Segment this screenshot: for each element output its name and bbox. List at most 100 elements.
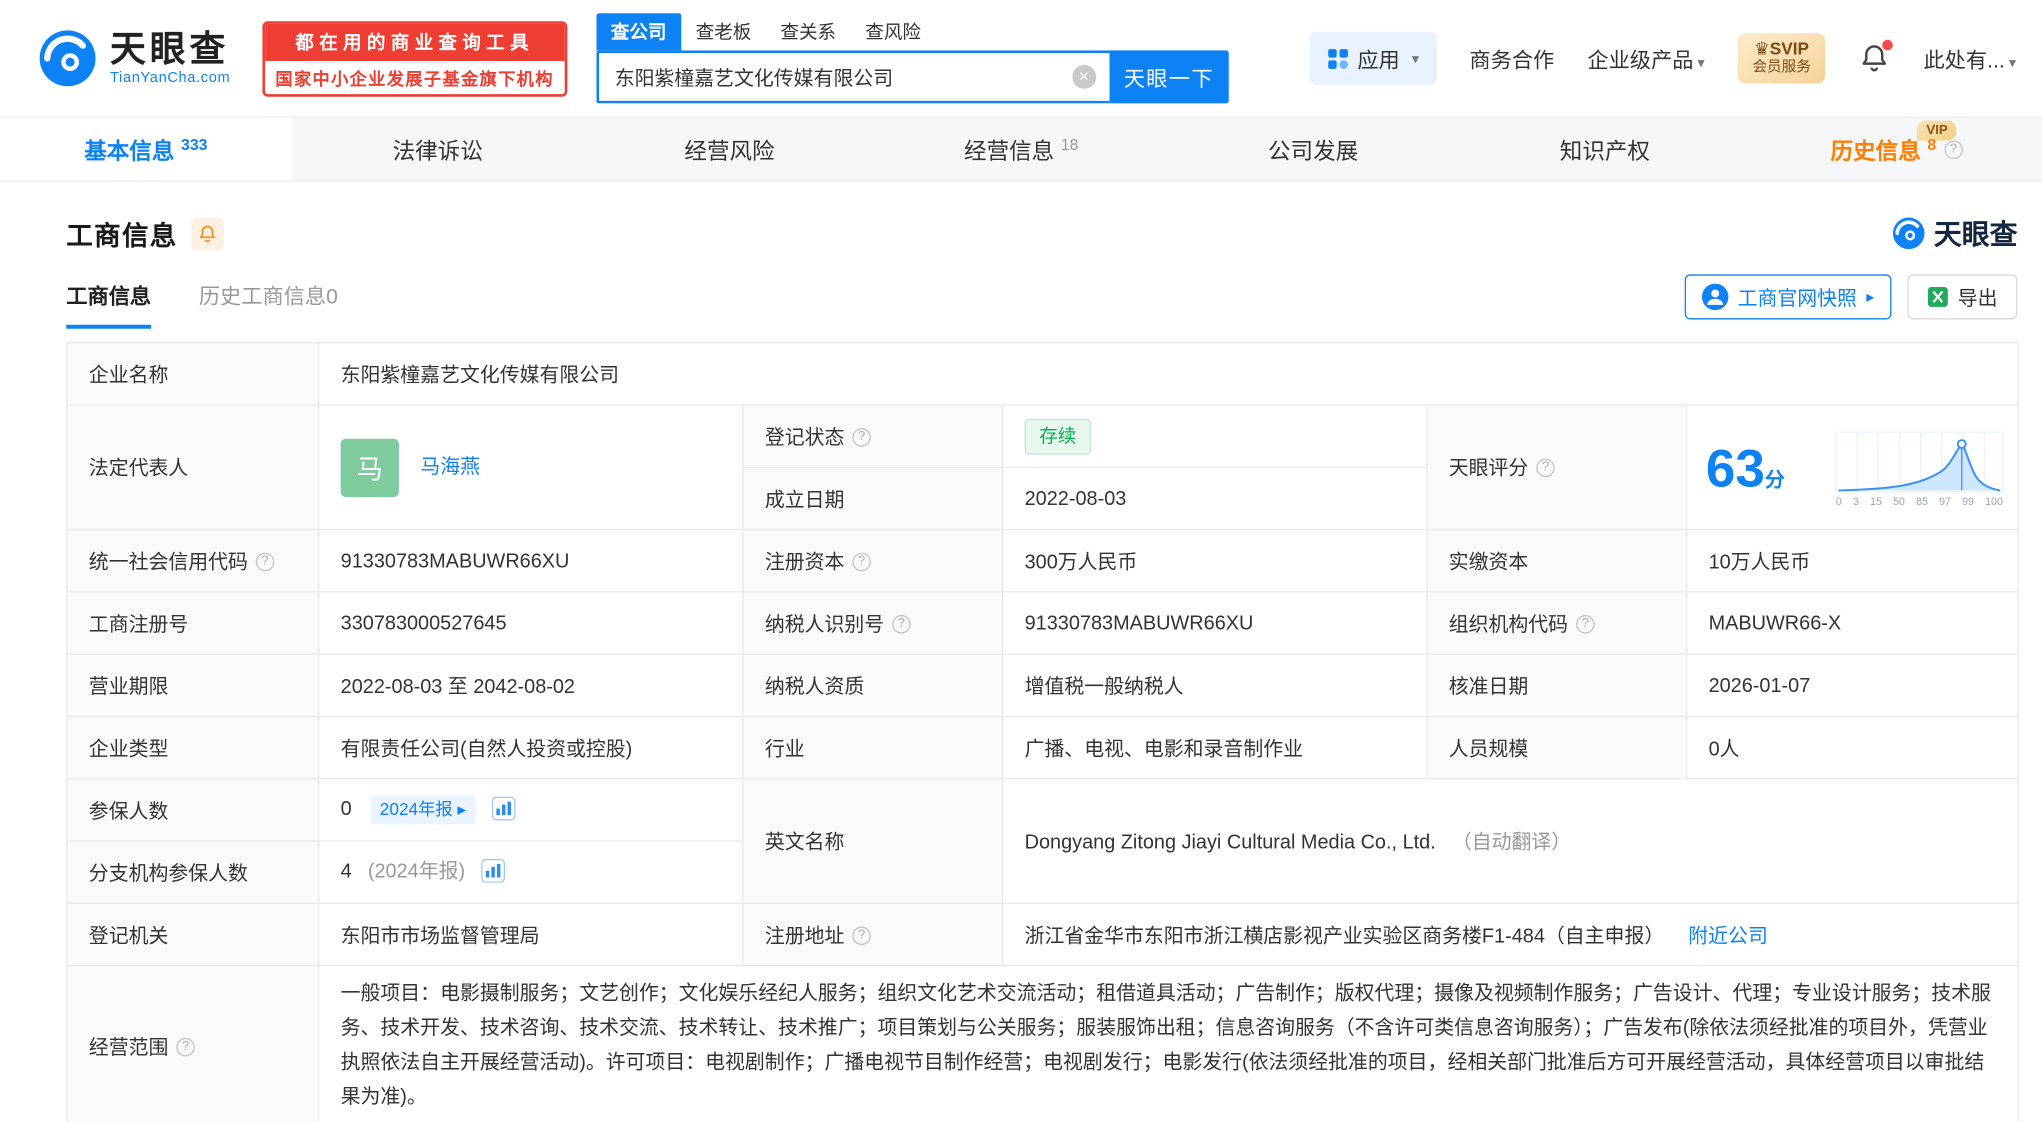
tab-operation-info[interactable]: 经营信息 18 [875, 118, 1167, 180]
help-icon[interactable]: ? [852, 428, 871, 447]
company-tabs: 基本信息 333 法律诉讼 经营风险 经营信息 18 公司发展 知识产权 VIP… [0, 116, 2042, 182]
info-icon[interactable]: ? [1944, 139, 1963, 159]
nav-business-cooperation[interactable]: 商务合作 [1469, 42, 1554, 74]
tianyancha-logo-icon [1892, 217, 1925, 250]
tab-intellectual-property[interactable]: 知识产权 [1459, 118, 1751, 180]
taxpayer-quality-label: 纳税人资质 [742, 653, 1004, 718]
apps-label: 应用 [1357, 50, 1400, 73]
tab-operation-risk[interactable]: 经营风险 [584, 118, 876, 180]
reg-capital-label: 注册资本 [764, 550, 845, 574]
person-icon [1701, 283, 1729, 311]
tianyancha-logo-icon [39, 30, 96, 87]
score-distribution-chart: 0 3 15 50 85 97 99 100 [1835, 430, 2005, 507]
search-tab-risk[interactable]: 查风险 [851, 13, 936, 50]
legal-rep-cell: 马 马海燕 [318, 404, 744, 531]
branch-insured-trend-icon[interactable] [481, 858, 506, 888]
annual-report-tag[interactable]: 2024年报 ▸ [370, 794, 476, 825]
tab-count: 8 [1927, 134, 1937, 154]
search-area: 查公司 查老板 查关系 查风险 × 天眼一下 [596, 13, 1229, 104]
subscribe-bell-button[interactable] [190, 216, 225, 250]
clear-icon[interactable]: × [1072, 64, 1096, 89]
help-icon[interactable]: ? [1576, 614, 1595, 634]
excel-icon [1927, 286, 1948, 307]
score-value: 63分 [1706, 442, 1785, 495]
row-credit-code: 统一社会信用代码? 91330783MABUWR66XU 注册资本? 300万人… [66, 528, 2019, 593]
search-tabs: 查公司 查老板 查关系 查风险 [596, 13, 1228, 51]
establish-date-value: 2022-08-03 [1002, 466, 1428, 531]
svip-label: SVIP [1769, 38, 1809, 59]
search-tab-relation[interactable]: 查关系 [766, 13, 851, 50]
search-button[interactable]: 天眼一下 [1109, 50, 1229, 104]
english-name-value: Dongyang Zitong Jiayi Cultural Media Co.… [1024, 831, 1436, 854]
score-label: 天眼评分 [1448, 457, 1529, 480]
user-menu[interactable]: 此处有... ▾ [1923, 42, 2016, 74]
paid-capital-label: 实缴资本 [1426, 528, 1688, 593]
official-snapshot-button[interactable]: 工商官网快照 ▸ [1684, 274, 1892, 320]
taxpayer-quality-value: 增值税一般纳税人 [1002, 653, 1428, 718]
search-tab-boss[interactable]: 查老板 [681, 13, 766, 50]
subtab-history-business-info[interactable]: 历史工商信息0 [199, 278, 338, 328]
help-icon[interactable]: ? [852, 552, 871, 572]
arrow-right-icon: ▸ [1866, 287, 1875, 307]
search-tab-company[interactable]: 查公司 [596, 13, 682, 51]
nav-enterprise-products[interactable]: 企业级产品 ▾ [1587, 42, 1704, 74]
branch-insured-value: 4 [340, 860, 352, 883]
company-type-label: 企业类型 [66, 715, 320, 780]
row-company-type: 企业类型 有限责任公司(自然人投资或控股) 行业 广播、电视、电影和录音制作业 … [66, 715, 2019, 780]
apps-button[interactable]: 应用 ▾ [1309, 31, 1437, 85]
export-button[interactable]: 导出 [1907, 274, 2018, 320]
legal-rep-avatar[interactable]: 马 [340, 438, 399, 497]
export-label: 导出 [1957, 286, 1998, 310]
help-icon[interactable]: ? [892, 614, 911, 634]
help-icon[interactable]: ? [1536, 459, 1555, 478]
help-icon[interactable]: ? [176, 1037, 195, 1057]
insured-value: 0 [340, 797, 352, 820]
reg-address-value: 浙江省金华市东阳市浙江横店影视产业实验区商务楼F1-484（自主申报） [1024, 924, 1665, 948]
org-code-value: MABUWR66-X [1686, 591, 2019, 655]
section-title: 工商信息 [66, 222, 178, 252]
search-input[interactable] [596, 50, 1110, 104]
auto-translate-note: （自动翻译） [1451, 831, 1572, 854]
top-header: 天眼查 TianYanCha.com 都在用的商业查询工具 国家中小企业发展子基… [0, 0, 2042, 117]
tab-count: 333 [180, 134, 208, 154]
notifications-button[interactable] [1859, 39, 1893, 74]
reg-address-label: 注册地址 [764, 924, 845, 948]
industry-label: 行业 [742, 715, 1004, 780]
staff-size-label: 人员规模 [1426, 715, 1688, 780]
insured-label: 参保人数 [66, 778, 320, 842]
tab-label: 法律诉讼 [392, 139, 483, 165]
tab-basic-info[interactable]: 基本信息 333 [0, 117, 292, 181]
reg-capital-value: 300万人民币 [1002, 528, 1428, 593]
establish-date-label: 成立日期 [742, 466, 1004, 531]
score-axis: 0 3 15 50 85 97 99 100 [1835, 495, 2003, 508]
tianyancha-logo[interactable]: 天眼查 TianYanCha.com [37, 28, 230, 89]
reg-authority-label: 登记机关 [66, 902, 320, 967]
tab-company-development[interactable]: 公司发展 [1167, 118, 1459, 180]
insured-trend-icon[interactable] [491, 795, 516, 825]
svip-membership-button[interactable]: ♛SVIP 会员服务 [1737, 33, 1826, 84]
tab-label: 经营信息 [964, 139, 1055, 165]
row-reg-authority: 登记机关 东阳市市场监督管理局 注册地址? 浙江省金华市东阳市浙江横店影视产业实… [66, 902, 2019, 967]
legal-rep-link[interactable]: 马海燕 [420, 455, 480, 478]
nearby-companies-link[interactable]: 附近公司 [1688, 925, 1768, 948]
business-scope-value: 一般项目：电影摄制服务；文艺创作；文化娱乐经纪人服务；组织文化艺术交流活动；租借… [318, 964, 2019, 1122]
score-cell: 63分 0 3 15 50 85 97 99 100 [1686, 404, 2019, 531]
business-info-table: 企业名称 东阳紫橦嘉艺文化传媒有限公司 法定代表人 马 马海燕 登记状态? 存续… [66, 341, 2019, 1122]
enterprise-label: 企业级产品 [1587, 50, 1694, 73]
subtab-business-info[interactable]: 工商信息 [66, 278, 152, 329]
tab-legal-litigation[interactable]: 法律诉讼 [292, 118, 584, 180]
branch-insured-cell: 4 (2024年报) [318, 840, 744, 904]
reg-number-value: 330783000527645 [318, 591, 744, 655]
bell-icon [199, 224, 215, 242]
help-icon[interactable]: ? [852, 926, 871, 946]
svip-sublabel: 会员服务 [1752, 59, 1811, 76]
reg-authority-value: 东阳市市场监督管理局 [318, 902, 744, 967]
org-code-label-cell: 组织机构代码? [1426, 591, 1688, 655]
company-name-label: 企业名称 [66, 341, 320, 406]
help-icon[interactable]: ? [255, 552, 275, 572]
company-type-value: 有限责任公司(自然人投资或控股) [318, 715, 744, 780]
row-reg-number: 工商注册号 330783000527645 纳税人识别号? 91330783MA… [66, 591, 2019, 655]
tab-history-info[interactable]: VIP 历史信息 8 ? [1751, 118, 2042, 180]
credit-code-label-cell: 统一社会信用代码? [66, 528, 320, 593]
business-term-label: 营业期限 [66, 653, 320, 718]
